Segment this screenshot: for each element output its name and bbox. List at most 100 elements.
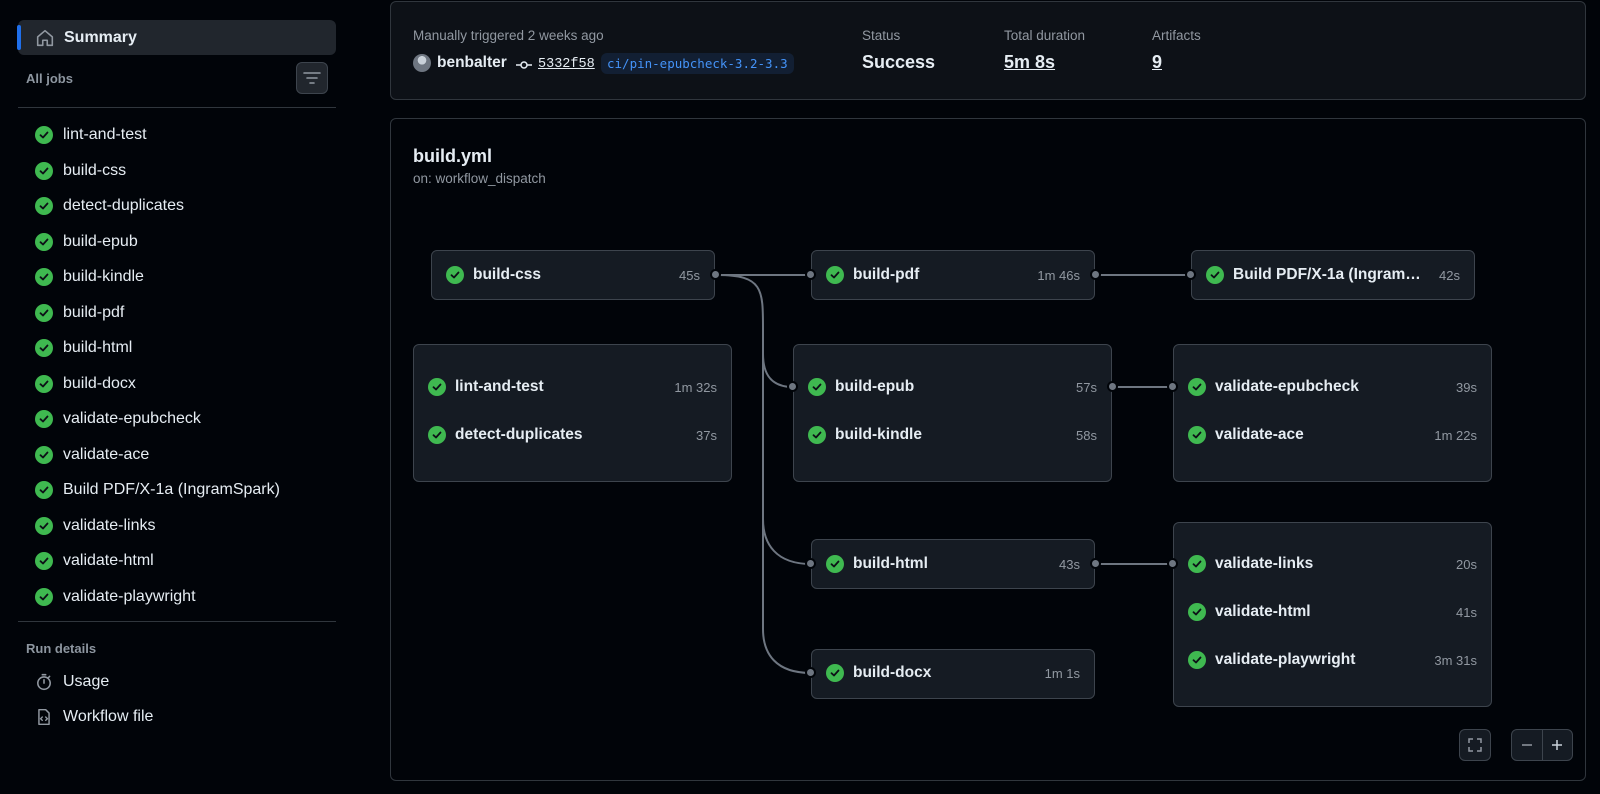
check-circle-icon [808, 378, 826, 396]
connector-port [1167, 381, 1178, 392]
zoom-in-button[interactable] [1541, 730, 1573, 760]
graph-job[interactable]: build-docx 1m 1s [812, 658, 1094, 688]
duration-label: Total duration [1004, 28, 1086, 43]
job-duration: 57s [1076, 379, 1097, 395]
job-name: validate-ace [1215, 426, 1304, 443]
edge-build-css-build-docx [762, 519, 812, 674]
graph-job[interactable]: Build PDF/X-1a (IngramSpark) 42s [1192, 260, 1474, 290]
graph-job[interactable]: build-css 45s [432, 260, 714, 290]
check-circle-icon [35, 232, 53, 251]
file-code-icon [35, 708, 53, 726]
graph-job[interactable]: lint-and-test 1m 32s [414, 372, 731, 402]
check-circle-icon [826, 555, 844, 573]
branch-label[interactable]: ci/pin-epubcheck-3.2-3.3 [601, 53, 794, 74]
connector-port [710, 269, 721, 280]
artifacts-value[interactable]: 9 [1152, 52, 1162, 73]
connector-port [1090, 558, 1101, 569]
stopwatch-icon [35, 673, 53, 691]
job-label: detect-duplicates [63, 197, 184, 214]
status-label: Status [862, 28, 901, 43]
commit[interactable]: 5332f58 [516, 57, 595, 72]
graph-job[interactable]: validate-playwright 3m 31s [1174, 645, 1491, 675]
graph-job[interactable]: build-kindle 58s [794, 420, 1111, 450]
filter-icon [303, 71, 321, 85]
zoom-controls [1511, 729, 1573, 761]
connector-port [1185, 269, 1196, 280]
job-duration: 1m 32s [674, 379, 717, 395]
sidebar-job-item[interactable]: build-kindle [26, 260, 144, 294]
filter-button[interactable] [296, 62, 328, 94]
job-label: build-html [63, 339, 133, 356]
graph-job[interactable]: build-epub 57s [794, 372, 1111, 402]
sidebar: Summary All jobs lint-and-test build-css d… [0, 0, 345, 794]
check-circle-icon [1188, 378, 1206, 396]
commit-sha: 5332f58 [538, 57, 595, 72]
job-name: validate-playwright [1215, 651, 1356, 668]
connector-port [1167, 558, 1178, 569]
zoom-out-button[interactable] [1512, 730, 1542, 760]
graph-job[interactable]: detect-duplicates 37s [414, 420, 731, 450]
summary-label: Summary [64, 28, 137, 46]
job-name: build-html [853, 555, 928, 572]
check-circle-icon [35, 516, 53, 535]
sidebar-job-item[interactable]: build-pdf [26, 296, 124, 330]
job-node: Build PDF/X-1a (IngramSpark) 42s [1191, 250, 1475, 300]
fullscreen-button[interactable] [1459, 729, 1491, 761]
sidebar-job-item[interactable]: build-epub [26, 225, 138, 259]
graph-job[interactable]: validate-links 20s [1174, 549, 1491, 579]
job-name: build-pdf [853, 266, 920, 283]
sidebar-job-item[interactable]: validate-epubcheck [26, 402, 201, 436]
job-node: build-docx 1m 1s [811, 649, 1095, 699]
check-circle-icon [35, 410, 53, 428]
job-label: validate-html [63, 552, 154, 569]
duration-value[interactable]: 5m 8s [1004, 52, 1055, 73]
job-node: lint-and-test 1m 32s detect-duplicates 37s [413, 344, 732, 482]
check-circle-icon [826, 664, 844, 682]
graph-job[interactable]: build-html 43s [812, 549, 1094, 579]
sidebar-job-item[interactable]: validate-ace [26, 438, 149, 472]
job-label: build-css [63, 161, 127, 179]
check-circle-icon [35, 339, 53, 357]
check-circle-icon [35, 374, 53, 393]
job-label: Build PDF/X-1a (IngramSpark) [63, 481, 280, 498]
job-duration: 58s [1076, 427, 1097, 443]
artifacts-label: Artifacts [1152, 28, 1201, 43]
sidebar-job-item[interactable]: lint-and-test [26, 118, 147, 152]
sidebar-item-summary[interactable]: Summary [17, 20, 336, 55]
job-label: validate-epubcheck [63, 410, 201, 427]
job-label: validate-ace [63, 445, 150, 463]
connector-port [805, 269, 816, 280]
job-duration: 20s [1456, 556, 1477, 572]
sidebar-item-usage[interactable]: Usage [26, 665, 109, 699]
check-circle-icon [35, 197, 53, 215]
graph-job[interactable]: validate-ace 1m 22s [1174, 420, 1491, 450]
check-circle-icon [1188, 603, 1206, 621]
job-name: detect-duplicates [455, 426, 583, 443]
graph-job[interactable]: validate-html 41s [1174, 597, 1491, 627]
sidebar-job-item[interactable]: validate-html [26, 544, 154, 578]
zoom-in-icon [1550, 738, 1564, 752]
sidebar-job-item[interactable]: detect-duplicates [26, 189, 184, 223]
job-duration: 1m 1s [1044, 665, 1080, 681]
check-circle-icon [1188, 651, 1206, 669]
sidebar-job-item[interactable]: Build PDF/X-1a (IngramSpark) [26, 473, 280, 507]
sidebar-job-item[interactable]: validate-playwright [26, 580, 196, 614]
sidebar-job-item[interactable]: build-docx [26, 367, 136, 401]
graph-job[interactable]: build-pdf 1m 46s [812, 260, 1094, 290]
check-circle-icon [428, 426, 446, 444]
job-node: build-css 45s [431, 250, 715, 300]
job-label: build-docx [63, 374, 136, 392]
sidebar-job-item[interactable]: build-html [26, 331, 132, 365]
job-name: build-docx [853, 664, 932, 681]
job-duration: 1m 22s [1434, 427, 1477, 443]
sidebar-job-item[interactable]: build-css [26, 154, 126, 188]
zoom-out-icon [1520, 738, 1534, 752]
job-duration: 39s [1456, 379, 1477, 395]
job-node: build-pdf 1m 46s [811, 250, 1095, 300]
graph-job[interactable]: validate-epubcheck 39s [1174, 372, 1491, 402]
sidebar-item-workflow-file[interactable]: Workflow file [26, 700, 153, 734]
actor[interactable]: benbalter [413, 54, 507, 72]
check-circle-icon [35, 445, 53, 464]
job-name: lint-and-test [455, 378, 544, 395]
sidebar-job-item[interactable]: validate-links [26, 509, 155, 543]
